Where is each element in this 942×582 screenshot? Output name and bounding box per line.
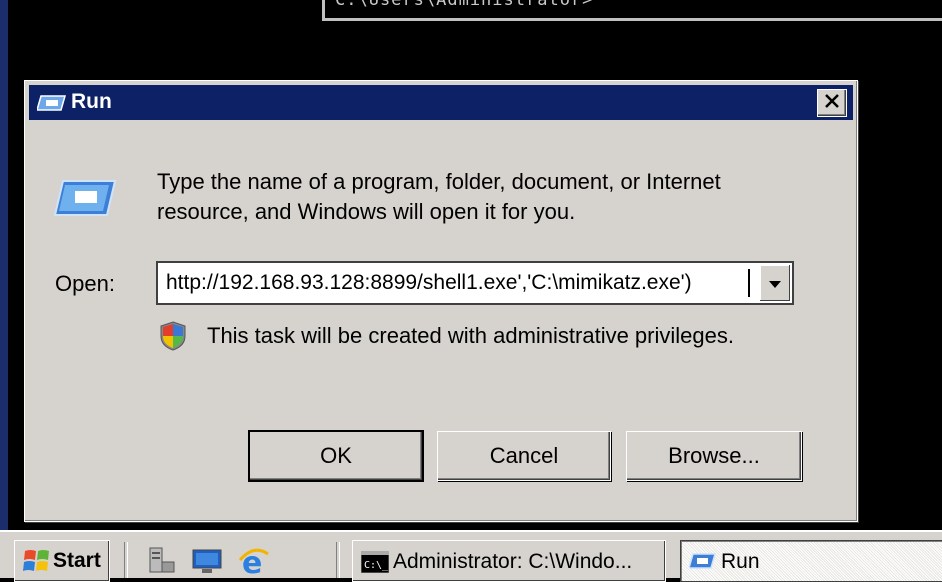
internet-explorer-icon[interactable]: e xyxy=(238,546,269,581)
server-manager-icon[interactable] xyxy=(146,546,176,576)
open-input[interactable]: http://192.168.93.128:8899/shell1.exe','… xyxy=(166,263,756,303)
taskbar: Start e C:\_ Administrator: C:\Windo... … xyxy=(0,530,942,582)
console-window[interactable]: C:\Users\Administrator> xyxy=(322,0,942,21)
open-label: Open: xyxy=(55,271,115,296)
windows-logo-icon xyxy=(23,547,51,575)
desktop-edge xyxy=(0,0,8,540)
cmd-icon: C:\_ xyxy=(360,550,390,574)
uac-shield-icon xyxy=(159,321,187,351)
run-icon xyxy=(688,551,717,573)
taskbar-separator xyxy=(124,542,128,578)
close-button[interactable] xyxy=(817,89,847,117)
text-cursor xyxy=(748,269,750,297)
run-dialog: Run Type the name of a program, folder, … xyxy=(24,80,858,522)
dialog-titlebar[interactable]: Run xyxy=(29,85,853,120)
taskbar-item-label: Administrator: C:\Windo... xyxy=(393,550,633,573)
browse-button[interactable]: Browse... xyxy=(626,431,802,481)
dialog-description: Type the name of a program, folder, docu… xyxy=(157,169,721,224)
admin-notice: This task will be created with administr… xyxy=(207,323,734,348)
run-program-icon xyxy=(53,177,117,219)
dropdown-button[interactable] xyxy=(759,265,790,301)
taskbar-separator xyxy=(336,542,340,578)
run-icon xyxy=(36,94,67,112)
show-desktop-icon[interactable] xyxy=(192,546,222,576)
chevron-down-icon xyxy=(769,274,781,293)
dialog-title: Run xyxy=(71,90,112,113)
ok-button[interactable]: OK xyxy=(248,430,424,482)
console-prompt: C:\Users\Administrator> xyxy=(335,0,594,10)
svg-text:C:\_: C:\_ xyxy=(364,560,389,571)
open-combobox[interactable]: http://192.168.93.128:8899/shell1.exe','… xyxy=(156,261,794,305)
taskbar-item-label: Run xyxy=(721,550,760,573)
close-icon xyxy=(824,93,840,113)
cancel-button[interactable]: Cancel xyxy=(437,431,611,481)
start-label: Start xyxy=(53,549,101,572)
